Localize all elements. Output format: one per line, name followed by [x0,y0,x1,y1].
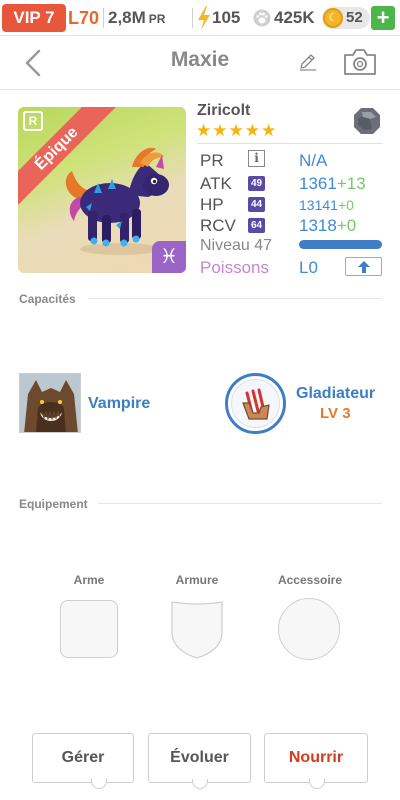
gem-count: 52 [346,9,363,26]
page-header: Maxie [0,36,400,90]
paw-icon [253,9,271,27]
vampire-ability-icon[interactable] [19,373,81,433]
feed-button[interactable]: Nourrir [264,733,368,789]
rcv-bonus: +0 [336,216,357,235]
xp-progress-bar [299,240,382,249]
evolve-button-label: Évoluer [170,749,229,766]
horse-monster-image [65,147,169,255]
rarity-badge: R [23,111,43,131]
monster-level: Niveau 47 [200,237,273,254]
stat-label-rcv: RCV [200,216,236,235]
stat-label-hp: HP [200,195,224,214]
ability-gladiator-level: LV 3 [320,405,351,422]
food-count: 425K [274,8,315,27]
monster-detail-screen: VIP 7 L70 2,8M PR 105 425K ☾ 52 + Maxie R… [0,0,400,800]
stat-value-atk: 1361+13 [299,174,366,194]
equipment-section-label: Equipement [19,497,88,511]
add-gems-button[interactable]: + [371,6,395,30]
camera-icon[interactable] [343,48,377,76]
evolve-button[interactable]: Évoluer [148,733,251,789]
atk-bonus: +13 [336,174,366,193]
stat-level-atk: 49 [248,176,265,191]
pencil-icon[interactable] [298,52,318,72]
stat-value-pr: N/A [299,151,328,170]
abilities-section-label: Capacités [19,292,76,306]
hp-base: 13141 [299,197,338,213]
stat-label-atk: ATK [200,174,232,193]
hp-bonus: +0 [337,197,354,213]
divider [98,503,382,504]
stat-value-rcv: 1318+0 [299,216,356,236]
divider [192,8,193,28]
zodiac-icon: ♓ [152,241,186,273]
armor-label: Armure [175,573,219,587]
page-title: Maxie [170,48,230,71]
accessory-label: Accessoire [277,573,343,587]
stat-value-hp: 13141+0 [299,197,354,213]
element-stone-icon [354,108,380,134]
upgrade-food-button[interactable] [345,257,382,276]
weapon-slot[interactable] [60,600,118,658]
wolf-icon [20,374,80,432]
food-type: Poissons [200,258,269,277]
ability-vampire[interactable]: Vampire [88,395,150,413]
divider [197,143,383,144]
divider [88,298,382,299]
power-value: 2,8M [108,8,146,27]
energy-count: 105 [212,8,241,27]
armor-slot[interactable] [168,598,226,660]
rcv-base: 1318 [299,216,337,235]
gem-counter: ☾ 52 [322,7,370,29]
status-bar: VIP 7 L70 2,8M PR 105 425K ☾ 52 + [0,0,400,36]
manage-button-label: Gérer [61,749,105,766]
monster-name: Ziricolt [197,102,251,119]
ability-gladiator[interactable]: Gladiateur [296,385,375,403]
star-rating: ★★★★★ [196,121,278,140]
accessory-slot[interactable] [278,598,340,660]
stat-level-hp: 44 [248,197,265,212]
manage-button[interactable]: Gérer [32,733,134,789]
energy-icon [198,6,210,30]
player-power: 2,8M PR [108,4,165,33]
monster-portrait[interactable]: R Épique ♓ [18,107,186,273]
button-notch [192,779,208,789]
button-notch [91,779,107,789]
stat-level-rcv: 64 [248,218,265,233]
stat-label-pr: PR [200,151,224,170]
gladiator-ability-icon[interactable] [225,373,286,434]
gem-coin-icon: ☾ [323,8,343,28]
vip-badge[interactable]: VIP 7 [2,4,66,32]
info-icon[interactable]: i [248,150,265,167]
player-level: L70 [68,8,100,28]
power-unit: PR [148,12,166,26]
food-level: L0 [299,258,318,277]
divider [103,8,104,28]
feed-button-label: Nourrir [288,749,344,766]
atk-base: 1361 [299,174,337,193]
weapon-label: Arme [73,573,105,587]
button-notch [309,779,325,789]
up-arrow-icon [358,261,370,273]
